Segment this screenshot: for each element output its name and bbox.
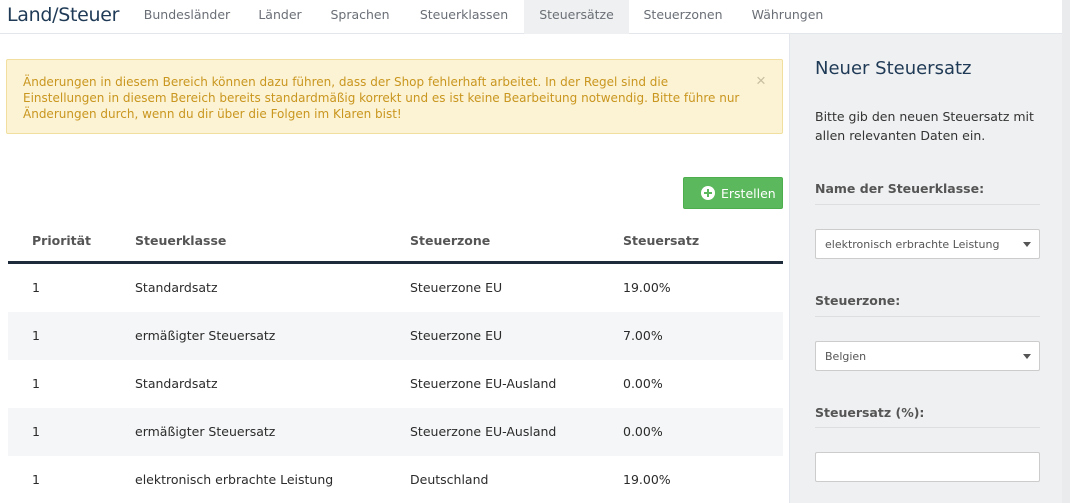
- cell-tax-class: elektronisch erbrachte Leistung: [135, 472, 334, 487]
- close-icon[interactable]: ×: [756, 72, 766, 90]
- table-header: Priorität Steuerklasse Steuerzone Steuer…: [8, 218, 783, 264]
- tax-zone-select[interactable]: Belgien: [815, 341, 1040, 371]
- cell-tax-class: ermäßigter Steuersatz: [135, 424, 276, 439]
- warning-alert: Änderungen in diesem Bereich können dazu…: [6, 59, 783, 134]
- alert-message: Änderungen in diesem Bereich können dazu…: [23, 75, 740, 121]
- create-button-label: Erstellen: [721, 186, 776, 201]
- column-header-tax-zone[interactable]: Steuerzone: [410, 233, 490, 248]
- cell-tax-class: Standardsatz: [135, 376, 218, 391]
- caret-down-icon: [1023, 242, 1031, 247]
- column-header-tax-rate[interactable]: Steuersatz: [623, 233, 699, 248]
- table-row[interactable]: 1 ermäßigter Steuersatz Steuerzone EU 7.…: [8, 312, 783, 360]
- cell-tax-class: Standardsatz: [135, 280, 218, 295]
- create-button[interactable]: Erstellen: [683, 177, 783, 209]
- cell-tax-zone: Steuerzone EU: [410, 280, 503, 295]
- column-header-priority[interactable]: Priorität: [32, 233, 91, 248]
- tax-class-select[interactable]: elektronisch erbrachte Leistung: [815, 229, 1040, 259]
- cell-tax-rate: 19.00%: [623, 280, 671, 295]
- table-row[interactable]: 1 Standardsatz Steuerzone EU 19.00%: [8, 264, 783, 312]
- column-header-tax-class[interactable]: Steuerklasse: [135, 233, 226, 248]
- divider: [815, 204, 1040, 205]
- table-row[interactable]: 1 elektronisch erbrachte Leistung Deutsc…: [8, 456, 783, 503]
- plus-circle-icon: [701, 186, 715, 200]
- tax-rate-input[interactable]: [815, 452, 1040, 482]
- cell-priority: 1: [32, 280, 40, 295]
- cell-tax-rate: 0.00%: [623, 376, 663, 391]
- caret-down-icon: [1023, 354, 1031, 359]
- cell-tax-rate: 7.00%: [623, 328, 663, 343]
- tax-rate-table: Priorität Steuerklasse Steuerzone Steuer…: [8, 218, 783, 503]
- panel-description: Bitte gib den neuen Steuersatz mit allen…: [815, 109, 1034, 143]
- tab-bundeslaender[interactable]: Bundesländer: [136, 0, 238, 34]
- tab-steuersaetze[interactable]: Steuersätze: [524, 0, 629, 34]
- scrollbar-track[interactable]: [1062, 0, 1070, 503]
- cell-tax-class: ermäßigter Steuersatz: [135, 328, 276, 343]
- tax-class-selected-value: elektronisch erbrachte Leistung: [825, 238, 1000, 251]
- cell-tax-zone: Steuerzone EU-Ausland: [410, 376, 557, 391]
- table-row[interactable]: 1 ermäßigter Steuersatz Steuerzone EU-Au…: [8, 408, 783, 456]
- tab-waehrungen[interactable]: Währungen: [742, 0, 833, 34]
- table-row[interactable]: 1 Standardsatz Steuerzone EU-Ausland 0.0…: [8, 360, 783, 408]
- tax-rate-label: Steuersatz (%):: [815, 405, 925, 420]
- tab-sprachen[interactable]: Sprachen: [322, 0, 398, 34]
- cell-priority: 1: [32, 472, 40, 487]
- top-navigation: Land/Steuer Bundesländer Länder Sprachen…: [0, 0, 1062, 34]
- cell-priority: 1: [32, 376, 40, 391]
- divider: [815, 427, 1040, 428]
- page-title: Land/Steuer: [7, 4, 120, 26]
- tax-class-label: Name der Steuerklasse:: [815, 181, 985, 196]
- tax-zone-selected-value: Belgien: [825, 350, 867, 363]
- cell-tax-zone: Steuerzone EU: [410, 328, 503, 343]
- cell-tax-zone: Deutschland: [410, 472, 489, 487]
- new-tax-rate-panel: Neuer Steuersatz Bitte gib den neuen Ste…: [789, 34, 1062, 503]
- cell-tax-rate: 19.00%: [623, 472, 671, 487]
- panel-title: Neuer Steuersatz: [815, 58, 972, 79]
- cell-tax-rate: 0.00%: [623, 424, 663, 439]
- divider: [815, 316, 1040, 317]
- cell-tax-zone: Steuerzone EU-Ausland: [410, 424, 557, 439]
- cell-priority: 1: [32, 328, 40, 343]
- tab-steuerklassen[interactable]: Steuerklassen: [411, 0, 517, 34]
- cell-priority: 1: [32, 424, 40, 439]
- tab-laender[interactable]: Länder: [247, 0, 313, 34]
- tax-zone-label: Steuerzone:: [815, 293, 901, 308]
- tab-steuerzonen[interactable]: Steuerzonen: [636, 0, 730, 34]
